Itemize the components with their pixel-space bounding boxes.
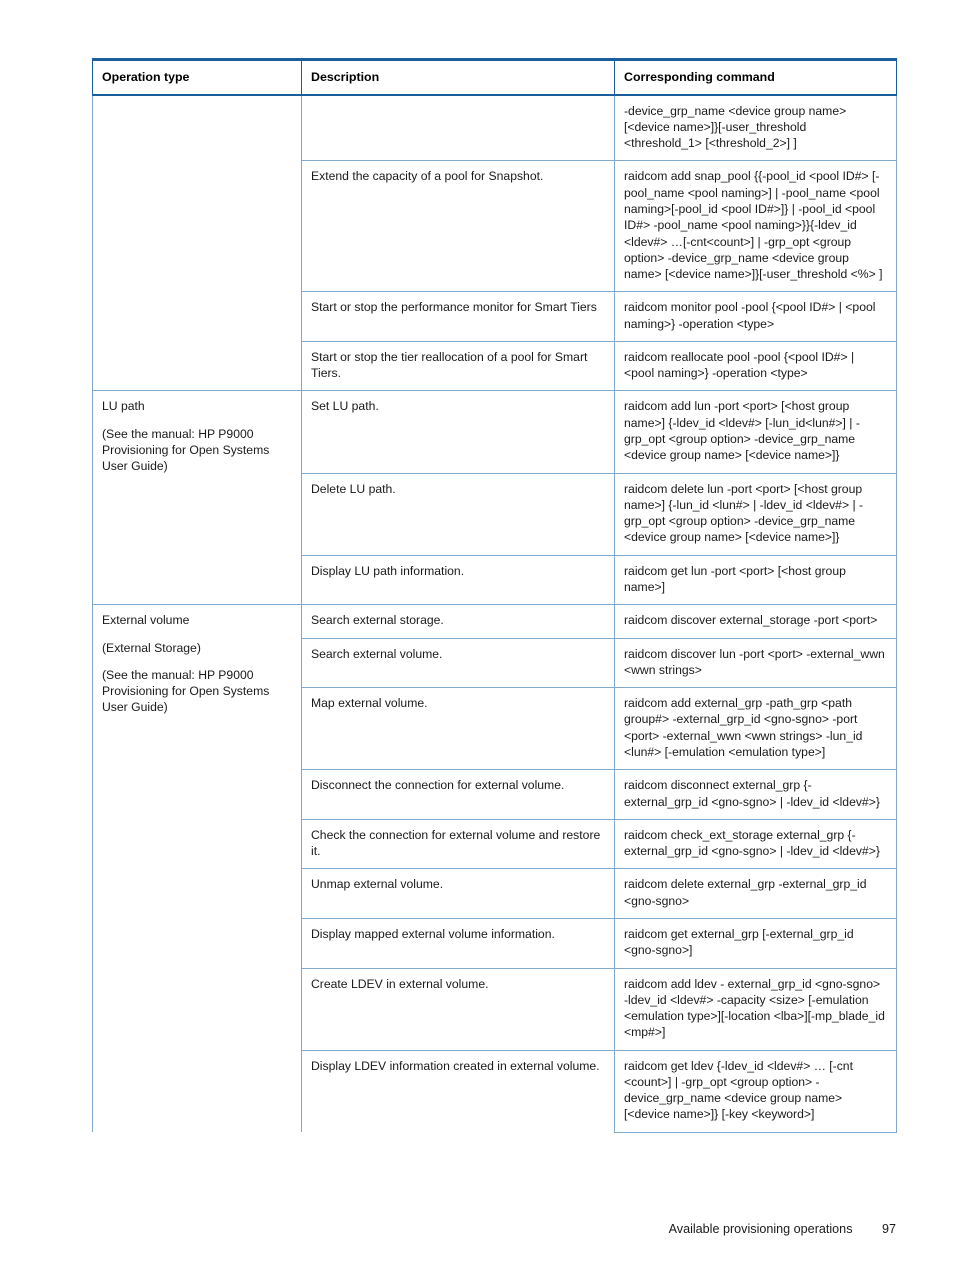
table-header: Operation type Description Corresponding… <box>92 57 897 96</box>
document-page: Operation type Description Corresponding… <box>0 0 954 1271</box>
command-cell: raidcom get external_grp [-external_grp_… <box>614 918 897 969</box>
description-cell: Map external volume. <box>301 687 615 771</box>
operation-type-reference: (See the manual: HP P9000 Provisioning f… <box>102 426 270 474</box>
command-cell: raidcom add ldev - external_grp_id <gno-… <box>614 968 897 1051</box>
description-cell: Display LU path information. <box>301 555 615 606</box>
footer-page-number: 97 <box>881 1222 896 1236</box>
command-cell: raidcom add external_grp -path_grp <path… <box>614 687 897 771</box>
table-row: External volume (External Storage) (See … <box>92 604 897 1133</box>
table-row: LU path (See the manual: HP P9000 Provis… <box>92 390 897 606</box>
command-cell: raidcom disconnect external_grp {-extern… <box>614 769 897 820</box>
description-cell: Set LU path. <box>301 390 615 474</box>
description-cell: Create LDEV in external volume. <box>301 968 615 1051</box>
description-cell: Unmap external volume. <box>301 868 615 919</box>
command-cell: raidcom reallocate pool -pool {<pool ID#… <box>614 341 897 392</box>
description-cell: Display LDEV information created in exte… <box>301 1050 615 1133</box>
column-header-description: Description <box>301 57 615 96</box>
operation-type-title: External volume <box>102 613 190 628</box>
operation-type-subtitle: (External Storage) <box>102 640 201 655</box>
command-cell: raidcom get lun -port <port> [<host grou… <box>614 555 897 606</box>
command-cell: -device_grp_name <device group name> [<d… <box>614 94 897 162</box>
description-cell: Search external volume. <box>301 638 615 689</box>
command-cell: raidcom monitor pool -pool {<pool ID#> |… <box>614 291 897 342</box>
page-footer: Available provisioning operations 97 <box>0 1222 954 1236</box>
command-cell: raidcom delete external_grp -external_gr… <box>614 868 897 919</box>
command-cell: raidcom add snap_pool {{-pool_id <pool I… <box>614 160 897 293</box>
description-cell: Start or stop the tier reallocation of a… <box>301 341 615 392</box>
command-cell: raidcom delete lun -port <port> [<host g… <box>614 473 897 556</box>
operation-type-cell-continued <box>92 94 302 392</box>
description-cell: Disconnect the connection for external v… <box>301 769 615 820</box>
table-header-row: Operation type Description Corresponding… <box>92 57 897 96</box>
description-cell <box>301 94 615 162</box>
description-cell: Start or stop the performance monitor fo… <box>301 291 615 342</box>
command-cell: raidcom discover external_storage -port … <box>614 604 897 639</box>
command-cell: raidcom get ldev {-ldev_id <ldev#> … [-c… <box>614 1050 897 1133</box>
command-cell: raidcom add lun -port <port> [<host grou… <box>614 390 897 474</box>
description-cell: Extend the capacity of a pool for Snapsh… <box>301 160 615 293</box>
table-row: -device_grp_name <device group name> [<d… <box>92 94 897 392</box>
column-header-operation-type: Operation type <box>92 57 302 96</box>
available-provisioning-operations-table: Operation type Description Corresponding… <box>92 57 897 1133</box>
command-cell: raidcom discover lun -port <port> -exter… <box>614 638 897 689</box>
description-cell: Search external storage. <box>301 604 615 639</box>
description-cell: Display mapped external volume informati… <box>301 918 615 969</box>
footer-section-title: Available provisioning operations <box>668 1222 853 1236</box>
description-cell: Check the connection for external volume… <box>301 819 615 870</box>
command-cell: raidcom check_ext_storage external_grp {… <box>614 819 897 870</box>
operation-type-reference: (See the manual: HP P9000 Provisioning f… <box>102 667 270 715</box>
column-header-corresponding-command: Corresponding command <box>614 57 897 96</box>
operation-type-title: LU path <box>102 399 145 414</box>
table-body: -device_grp_name <device group name> [<d… <box>92 94 897 1133</box>
operation-type-cell-external-volume: External volume (External Storage) (See … <box>92 604 302 1133</box>
operation-type-cell-lu-path: LU path (See the manual: HP P9000 Provis… <box>92 390 302 606</box>
description-cell: Delete LU path. <box>301 473 615 556</box>
